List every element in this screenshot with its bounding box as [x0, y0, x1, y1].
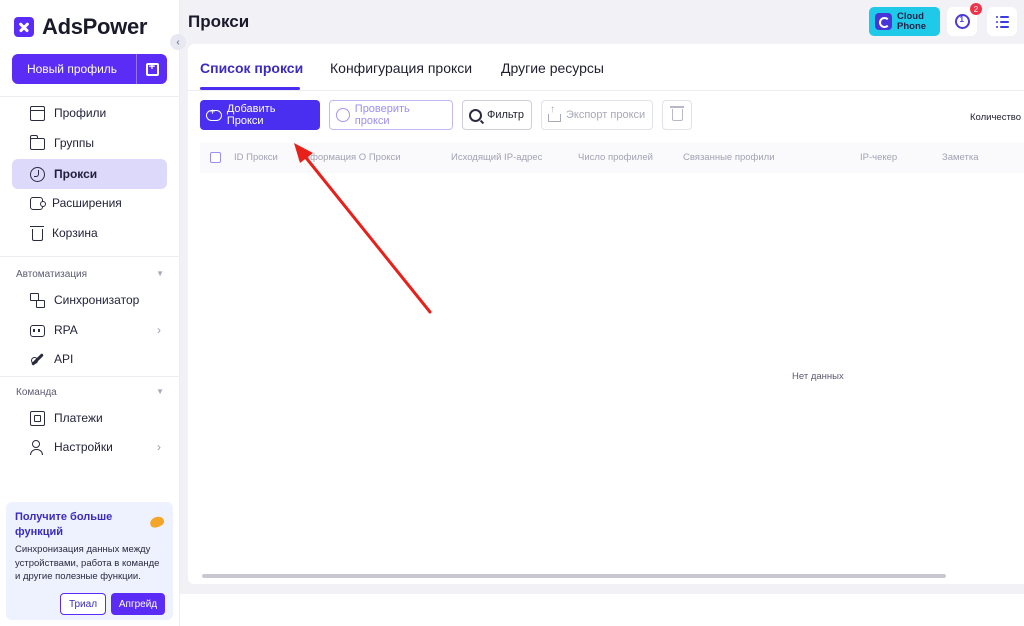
tab-proxy-list[interactable]: Список прокси — [200, 60, 303, 76]
payments-icon — [30, 410, 45, 426]
chevron-left-icon: ‹ — [176, 36, 180, 48]
column-header[interactable]: Информация О Прокси — [298, 152, 401, 163]
active-tab-indicator — [200, 87, 300, 90]
sidebar-item-trash[interactable]: Корзина — [12, 219, 167, 247]
footer-bar — [180, 594, 1024, 626]
profiles-icon — [30, 105, 45, 121]
new-profile-button[interactable]: Новый профиль — [12, 54, 167, 84]
tab-other-resources[interactable]: Другие ресурсы — [501, 60, 604, 76]
sidebar-item-proxies[interactable]: Прокси — [12, 159, 167, 189]
page-title: Прокси — [188, 12, 250, 31]
export-proxy-label: Экспорт прокси — [566, 109, 646, 121]
sidebar-item-label: API — [54, 352, 74, 366]
caret-down-icon: ▼ — [156, 269, 164, 278]
divider — [0, 256, 180, 257]
menu-button[interactable] — [987, 7, 1017, 36]
section-title: Команда — [16, 387, 57, 398]
batch-add-button[interactable] — [137, 54, 167, 84]
add-box-icon — [145, 61, 159, 76]
add-proxy-button[interactable]: Добавить Прокси — [200, 100, 320, 130]
sidebar-item-groups[interactable]: Группы — [12, 129, 167, 157]
select-all-checkbox[interactable] — [210, 152, 221, 163]
tab-bar: Список прокси Конфигурация прокси Другие… — [188, 44, 1024, 91]
sidebar-item-label: Профили — [54, 106, 107, 120]
adspower-logo-icon — [14, 17, 34, 37]
sidebar-item-label: Группы — [54, 136, 94, 150]
trial-button[interactable]: Триал — [60, 593, 106, 615]
section-automation[interactable]: Автоматизация ▼ — [16, 269, 164, 280]
delete-button[interactable] — [662, 100, 692, 130]
column-header[interactable]: Связанные профили — [683, 152, 775, 163]
column-header[interactable]: Исходящий IP-адрес — [451, 152, 542, 163]
chevron-right-icon: › — [157, 323, 161, 337]
trash-icon — [669, 106, 684, 121]
upgrade-promo: Получите больше функций Синхронизация да… — [6, 502, 173, 620]
sidebar-item-extensions[interactable]: Расширения — [12, 189, 167, 217]
main-panel: Список прокси Конфигурация прокси Другие… — [188, 44, 1024, 584]
sidebar-item-synchronizer[interactable]: Синхронизатор — [12, 286, 167, 314]
check-proxy-button[interactable]: Проверить прокси — [329, 100, 453, 130]
sidebar-item-settings[interactable]: Настройки › — [12, 433, 167, 461]
sidebar-item-label: Настройки — [54, 440, 113, 454]
rpa-icon — [30, 325, 45, 337]
export-icon — [548, 104, 561, 122]
check-proxy-label: Проверить прокси — [354, 103, 410, 127]
proxy-icon — [30, 166, 45, 182]
count-label: Количество п — [970, 112, 1024, 123]
horizontal-scrollbar[interactable] — [202, 574, 946, 578]
promo-title: Получите больше функций — [15, 511, 113, 538]
sidebar-item-api[interactable]: API — [12, 345, 167, 373]
sidebar-item-label: Синхронизатор — [54, 293, 140, 307]
sidebar-item-label: Прокси — [54, 167, 98, 181]
sidebar: AdsPower Новый профиль Профили Группы Пр… — [0, 0, 180, 626]
caret-down-icon: ▼ — [156, 387, 164, 396]
sidebar-item-profiles[interactable]: Профили — [12, 99, 167, 127]
empty-state-text: Нет данных — [792, 371, 844, 382]
folder-icon — [29, 135, 45, 150]
new-profile-label: Новый профиль — [26, 62, 118, 76]
export-proxy-button[interactable]: Экспорт прокси — [541, 100, 653, 130]
filter-button[interactable]: Фильтр — [462, 100, 532, 130]
notification-icon — [954, 14, 970, 29]
column-header[interactable]: Заметка — [942, 152, 979, 163]
upgrade-button[interactable]: Апгрейд — [111, 593, 165, 615]
trash-icon — [30, 225, 44, 241]
list-menu-icon — [996, 15, 1009, 28]
notification-badge: 2 — [970, 3, 982, 15]
collapse-sidebar-button[interactable]: ‹ — [170, 34, 186, 50]
api-icon — [30, 352, 45, 367]
sidebar-item-rpa[interactable]: RPA › — [12, 316, 167, 344]
divider — [0, 96, 180, 97]
sidebar-item-label: RPA — [54, 323, 78, 337]
chevron-right-icon: › — [157, 440, 161, 454]
table-header: ID Прокси Информация О Прокси Исходящий … — [200, 143, 1024, 173]
column-header[interactable]: ID Прокси — [234, 152, 278, 163]
cloud-phone-label: Cloud Phone — [897, 11, 927, 32]
section-title: Автоматизация — [16, 269, 88, 280]
check-circle-icon — [336, 108, 350, 122]
tab-proxy-config[interactable]: Конфигурация прокси — [330, 60, 472, 76]
sidebar-item-payments[interactable]: Платежи — [12, 404, 167, 432]
cloud-phone-button[interactable]: Cloud Phone — [869, 7, 940, 36]
add-proxy-label: Добавить Прокси — [226, 103, 276, 127]
extensions-icon — [30, 196, 46, 210]
coin-icon — [148, 514, 166, 530]
section-team[interactable]: Команда ▼ — [16, 387, 164, 398]
sync-icon — [30, 292, 45, 308]
users-icon — [30, 439, 45, 455]
column-header[interactable]: Число профилей — [578, 152, 653, 163]
sidebar-item-label: Платежи — [54, 411, 103, 425]
column-header[interactable]: IP-чекер — [860, 152, 897, 163]
app-logo[interactable]: AdsPower — [14, 14, 147, 40]
filter-label: Фильтр — [487, 109, 524, 121]
app-name: AdsPower — [42, 14, 148, 39]
cloud-phone-icon — [875, 13, 892, 30]
divider — [0, 376, 180, 377]
cloud-upload-icon — [206, 107, 222, 121]
sidebar-item-label: Корзина — [52, 226, 98, 240]
search-icon — [469, 108, 482, 122]
cloud-phone-line2: Phone — [897, 20, 927, 32]
promo-description: Синхронизация данных между устройствами,… — [15, 544, 160, 582]
sidebar-item-label: Расширения — [52, 196, 122, 210]
